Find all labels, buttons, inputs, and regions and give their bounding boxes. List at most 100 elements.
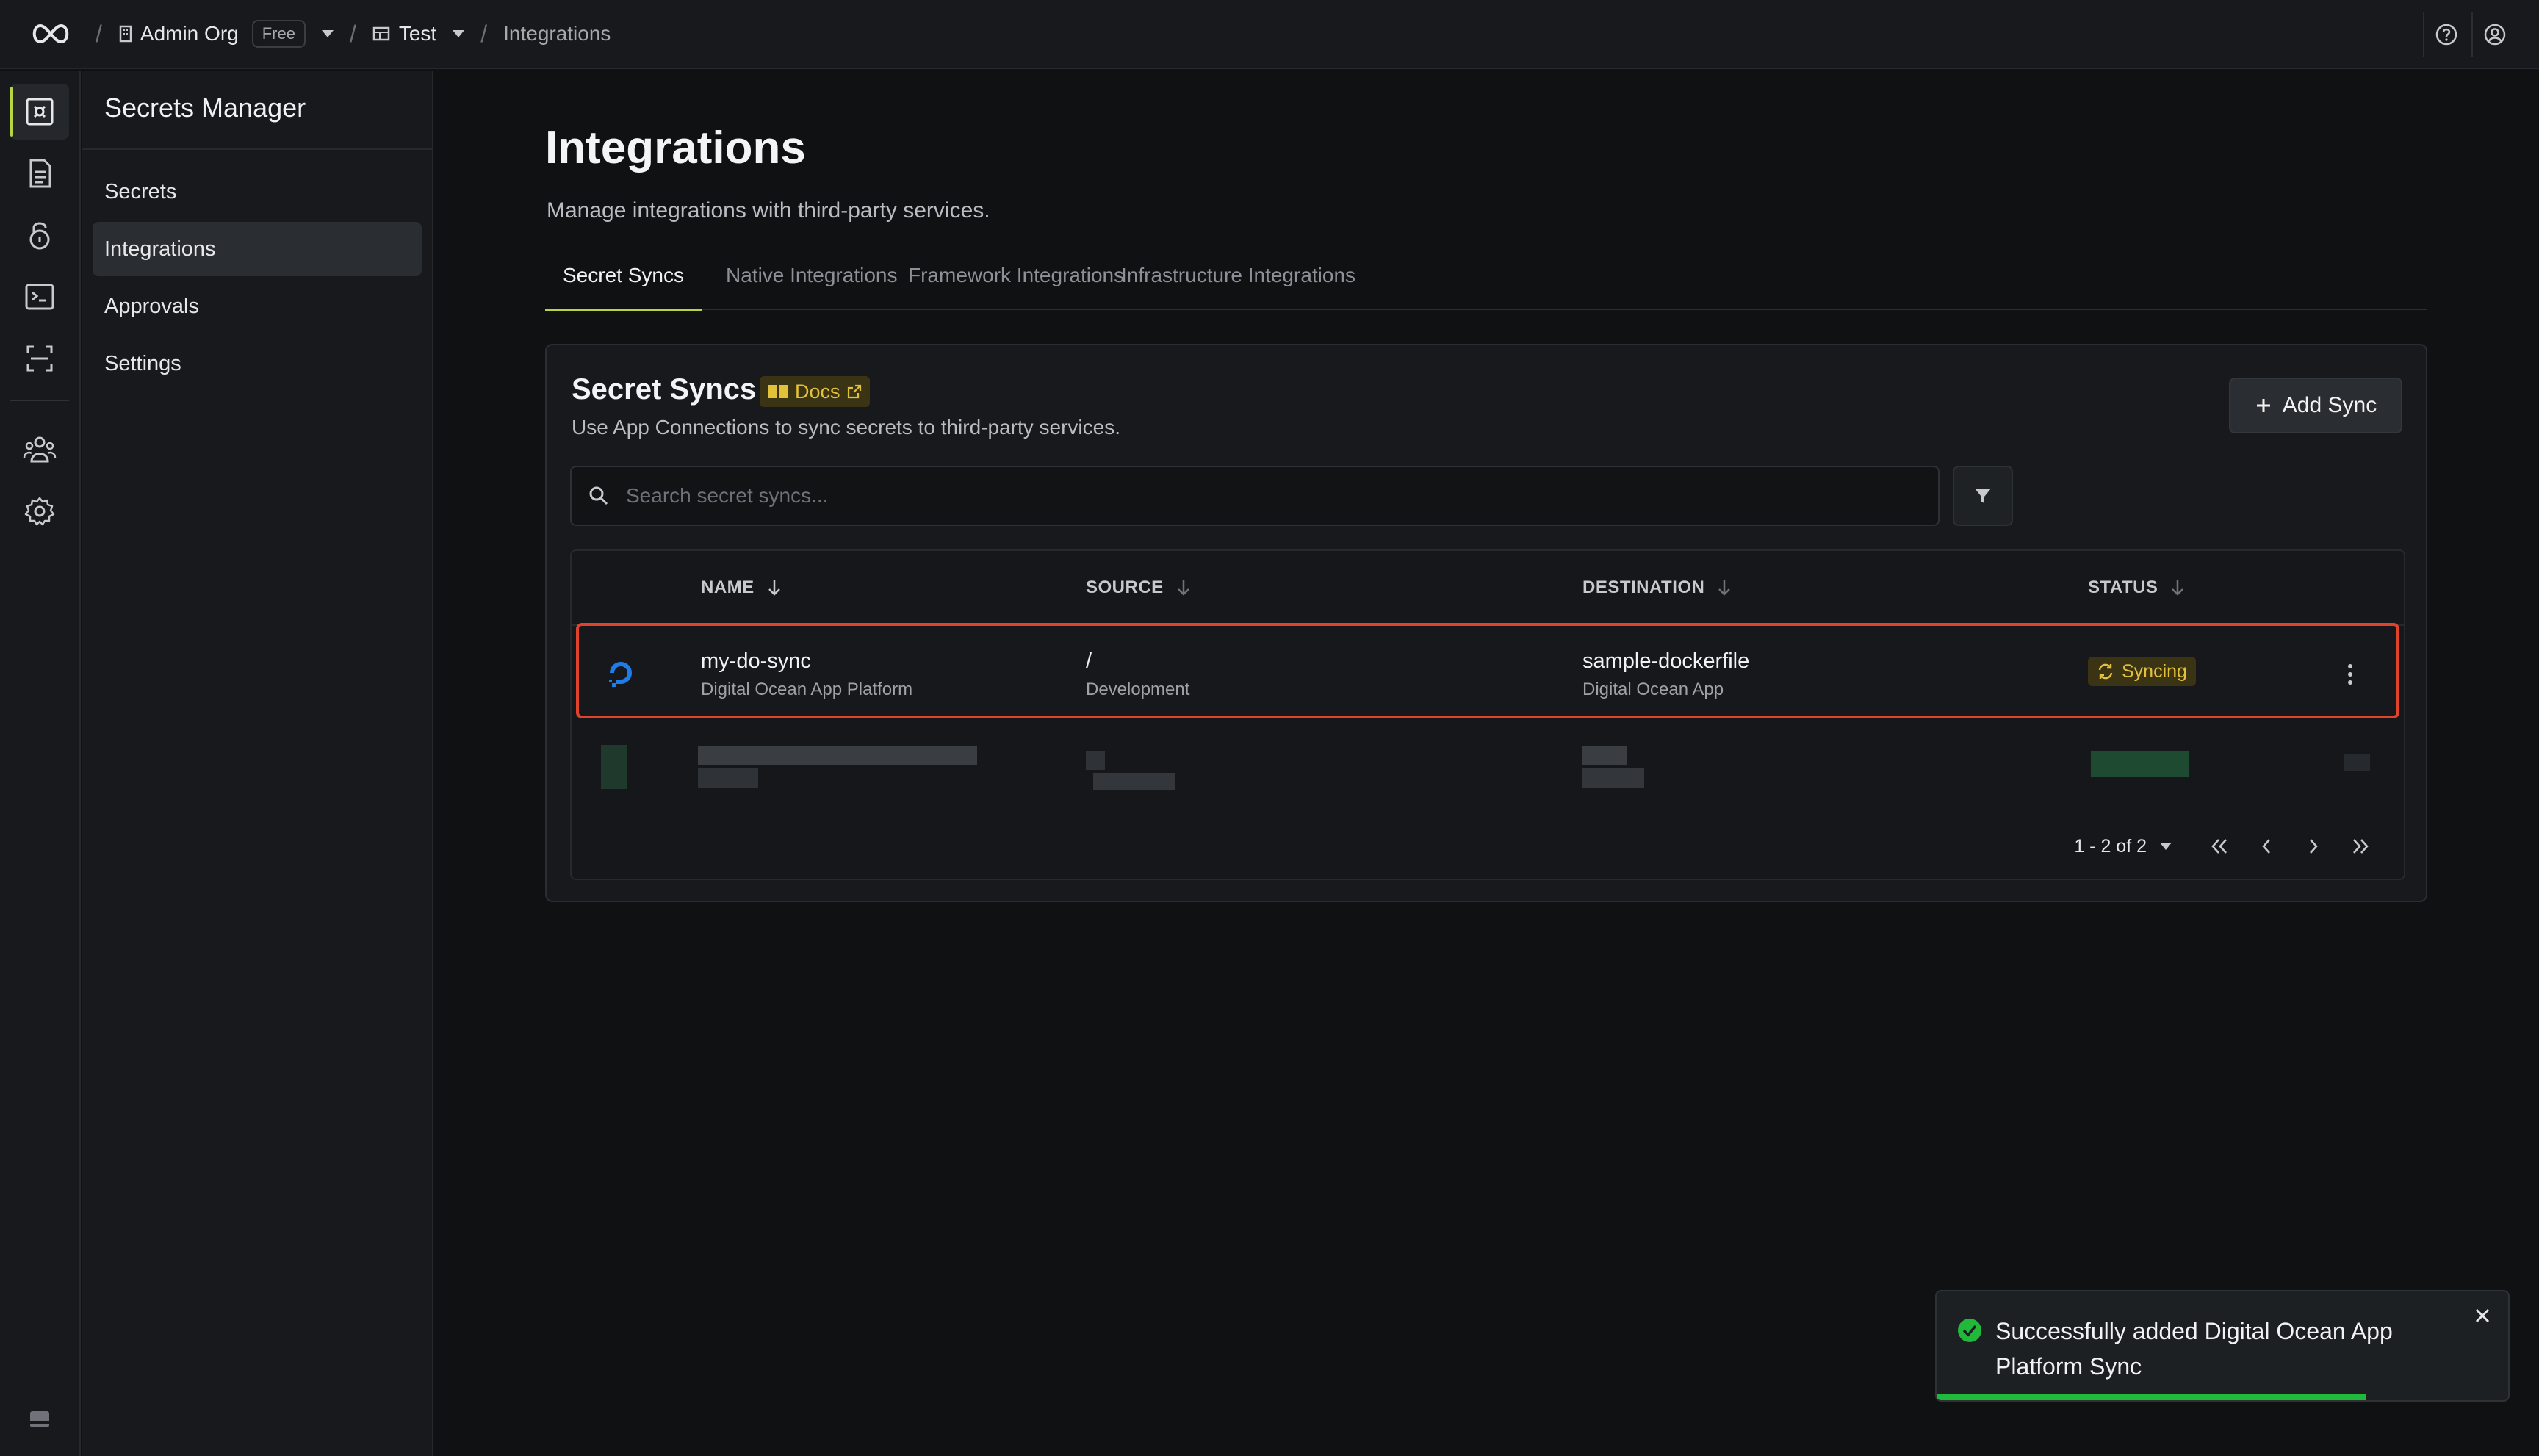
success-toast: Successfully added Digital Ocean App Pla… [1935,1290,2510,1402]
tab-label: Framework Integrations [908,264,1125,286]
source-environment: Development [1086,680,1190,699]
tab-secret-syncs[interactable]: Secret Syncs [545,241,702,311]
sync-app: Digital Ocean App Platform [701,680,913,699]
sidebar-item-secrets[interactable]: Secrets [93,165,422,219]
arrow-down-icon [2169,578,2186,597]
card-subtitle: Use App Connections to sync secrets to t… [572,416,1120,439]
rail-ssh[interactable] [10,269,69,325]
rail-collapse[interactable] [10,1391,69,1447]
org-name[interactable]: Admin Org [140,22,239,46]
card-title: Secret Syncs [572,373,757,406]
pagination-label: 1 - 2 of 2 [2074,835,2147,857]
filter-icon [1973,486,1993,506]
page-size-dropdown-icon[interactable] [2160,843,2172,850]
table-row-redacted[interactable] [572,721,2404,802]
rail-settings[interactable] [10,483,69,539]
sidebar-divider [82,148,432,150]
tab-label: Infrastructure Integrations [1121,264,1356,286]
project-name[interactable]: Test [399,22,436,46]
column-header-label: NAME [701,577,755,597]
column-header-source[interactable]: SOURCE [1086,551,1192,624]
docs-link[interactable]: Docs [760,376,870,407]
lock-icon [25,219,54,251]
column-header-label: STATUS [2088,577,2158,597]
close-icon[interactable] [2473,1306,2492,1325]
sync-name-cell: my-do-sync Digital Ocean App Platform [701,649,912,700]
main-content: Integrations Manage integrations with th… [435,71,2539,1456]
sync-destination-cell: sample-dockerfile Digital Ocean App [1582,649,1749,700]
sidebar-item-approvals[interactable]: Approvals [93,279,422,334]
sidebar-item-label: Integrations [104,237,216,261]
rail-access-control[interactable] [10,422,69,477]
column-header-destination[interactable]: DESTINATION [1582,551,1732,624]
page-title: Integrations [545,123,806,173]
scan-icon [24,342,56,375]
icon-rail [0,71,81,1456]
column-header-status[interactable]: STATUS [2088,551,2186,624]
breadcrumb-separator: / [480,20,488,47]
search-bar [570,466,1940,526]
redacted-block [1093,773,1175,790]
filter-button[interactable] [1953,466,2013,526]
tab-infrastructure-integrations[interactable]: Infrastructure Integrations [1103,241,1373,310]
project-dropdown-icon[interactable] [453,30,465,37]
account-button[interactable] [2471,12,2517,57]
tab-label: Native Integrations [726,264,898,286]
rail-documents[interactable] [10,145,69,201]
help-button[interactable] [2423,12,2468,57]
previous-page-button[interactable] [2245,832,2288,861]
rail-divider [10,400,69,401]
terminal-icon [24,282,56,311]
table-row[interactable]: my-do-sync Digital Ocean App Platform / … [576,623,2399,718]
external-link-icon [846,383,862,400]
redacted-block [601,745,627,789]
secrets-manager-icon [24,95,56,128]
source-path: / [1086,649,1092,673]
arrow-down-icon [1716,578,1732,597]
status-label: Syncing [2122,660,2187,682]
breadcrumb-separator: / [96,20,102,47]
rail-pam[interactable] [10,207,69,263]
search-input[interactable] [626,484,1875,508]
toast-message: Successfully added Digital Ocean App Pla… [1995,1318,2393,1380]
column-header-name[interactable]: NAME [701,551,782,624]
page-subtitle: Manage integrations with third-party ser… [547,198,990,223]
sidebar-item-label: Settings [104,351,181,375]
sidebar-item-integrations[interactable]: Integrations [93,222,422,276]
first-page-button[interactable] [2198,832,2241,861]
chevrons-left-icon [2208,837,2230,856]
document-icon [25,157,54,190]
chevron-right-icon [2306,837,2321,856]
add-sync-label: Add Sync [2282,393,2377,417]
kebab-dot [2348,680,2352,685]
redacted-block [1582,746,1627,765]
panel-icon [29,1410,51,1429]
last-page-button[interactable] [2339,832,2382,861]
redacted-block [2091,751,2189,777]
breadcrumb-separator: / [349,20,356,47]
plan-badge: Free [251,20,306,48]
row-actions-button[interactable] [2339,660,2361,689]
help-icon [2435,23,2458,46]
users-icon [22,433,57,466]
docs-label: Docs [795,380,840,403]
arrow-down-icon [1175,578,1192,597]
org-dropdown-icon[interactable] [321,30,334,37]
chevron-left-icon [2259,837,2274,856]
user-circle-icon [2483,23,2507,46]
pagination: 1 - 2 of 2 [2074,832,2382,861]
rail-secrets-manager[interactable] [10,84,69,140]
settings-gear-icon [24,495,56,527]
search-icon [588,485,610,507]
rail-scanner[interactable] [10,331,69,386]
add-sync-button[interactable]: Add Sync [2229,378,2402,433]
sidebar-title: Secrets Manager [104,93,306,123]
toast-progress-bar [1937,1394,2366,1400]
sidebar-item-settings[interactable]: Settings [93,336,422,391]
next-page-button[interactable] [2292,832,2335,861]
breadcrumb-current: Integrations [503,22,611,45]
sync-name: my-do-sync [701,649,811,673]
tab-native-integrations[interactable]: Native Integrations [708,241,915,310]
destination-name: sample-dockerfile [1582,649,1750,673]
infinity-logo-icon[interactable] [29,23,72,45]
